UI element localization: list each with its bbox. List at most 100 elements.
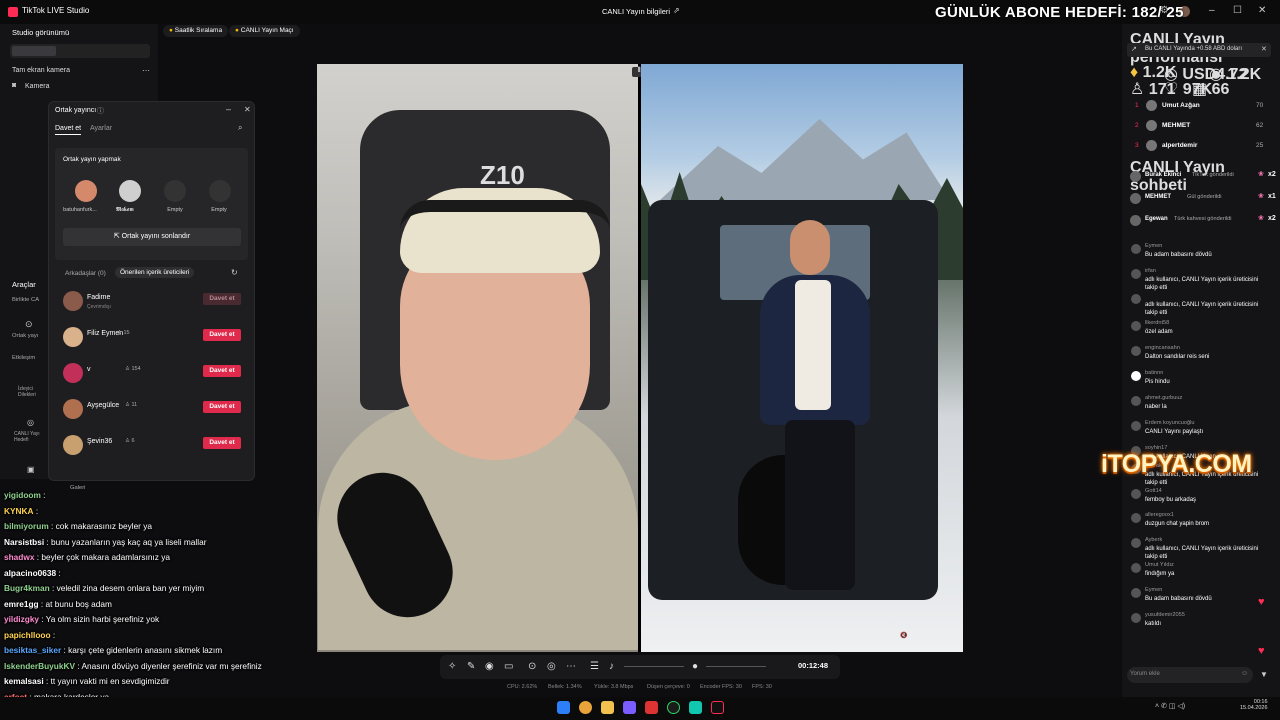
camera-source[interactable]: Kamera bbox=[25, 83, 50, 90]
studio-view-label[interactable]: Studio görünümü bbox=[12, 28, 69, 37]
comment-item[interactable]: engincansahn Dalton sandılar reis seni bbox=[1122, 345, 1262, 367]
gallery-label[interactable]: Galeri bbox=[70, 485, 85, 491]
camera-icon: ◙ bbox=[12, 82, 17, 89]
speaker-mute-icon[interactable]: ♪ bbox=[609, 661, 614, 672]
comment-item[interactable]: llkerdnt58 özel adam bbox=[1122, 320, 1262, 342]
screen-icon[interactable]: ▭ bbox=[504, 661, 513, 672]
invite-button[interactable]: Davet et bbox=[203, 437, 241, 449]
close-dialog-icon[interactable]: ✕ bbox=[244, 105, 251, 114]
mixer-icon[interactable]: ☰ bbox=[590, 661, 599, 672]
stream-icon[interactable]: ◎ bbox=[547, 661, 556, 672]
friend-count: ♙ 6 bbox=[125, 438, 135, 444]
record-icon[interactable]: ⊙ bbox=[528, 661, 536, 672]
chat-username: bilmiyorum bbox=[4, 521, 49, 531]
comment-item[interactable]: batinnn Pis hindu bbox=[1122, 370, 1262, 392]
live-goal-tool[interactable]: CANLI Yayı Hedefi bbox=[14, 431, 50, 443]
invite-button[interactable]: Davet et bbox=[203, 365, 241, 377]
more-icon[interactable]: ⋯ bbox=[142, 66, 150, 75]
chrome-icon[interactable] bbox=[579, 701, 592, 714]
chat-line: shadwx : beyler çok makara adamlarsınız … bbox=[4, 552, 170, 562]
view-toggle[interactable] bbox=[10, 44, 150, 58]
minimize-icon[interactable]: – bbox=[1209, 5, 1215, 16]
comment-item[interactable]: adlı kullanıcı, CANLI Yayın içerik üreti… bbox=[1122, 293, 1262, 321]
invite-button[interactable]: Davet et bbox=[203, 329, 241, 341]
dialog-title: Ortak yayıncı bbox=[55, 107, 97, 114]
empty-slot-icon[interactable] bbox=[164, 180, 186, 202]
end-cohost-button[interactable]: ⇱ Ortak yayını sonlandır bbox=[63, 228, 241, 246]
search-icon[interactable]: ⌕ bbox=[238, 123, 242, 133]
guest-avatar[interactable] bbox=[75, 180, 97, 202]
tab-settings[interactable]: Ayarlar bbox=[90, 125, 112, 132]
hourly-ranking-chip[interactable]: ● Saatlik Sıralama bbox=[163, 25, 229, 37]
share-icon[interactable]: ⇗ bbox=[673, 6, 680, 15]
filter-icon[interactable]: ◉ bbox=[485, 661, 494, 672]
chat-line: bilmiyorum : cok makarasınız beyler ya bbox=[4, 521, 152, 531]
app-icon[interactable] bbox=[645, 701, 658, 714]
gift-row: MEHMET Gül gönderildi ❀ x1 bbox=[1122, 192, 1280, 210]
tab-suggested-creators[interactable]: Önerilen içerik üreticileri bbox=[115, 267, 195, 278]
comment-item[interactable]: Eymen Bu adam babasını dövdü bbox=[1122, 243, 1262, 265]
tray-icons[interactable]: ˄ ✆ ◫ ◁) bbox=[1155, 702, 1185, 710]
ranking-row[interactable]: 1 Umut Azğan 70 bbox=[1122, 100, 1280, 116]
cohost-icon[interactable]: ⊙ bbox=[25, 319, 33, 330]
empty-slot-icon[interactable] bbox=[209, 180, 231, 202]
live-match-chip[interactable]: ● CANLI Yayın Maçı bbox=[229, 25, 300, 37]
start-icon[interactable] bbox=[557, 701, 570, 714]
comment-item[interactable]: Umut Yıldız findığım ya bbox=[1122, 562, 1262, 584]
comment-item[interactable]: ahmet.gurbuuz naber la bbox=[1122, 395, 1262, 417]
folder-icon[interactable] bbox=[601, 701, 614, 714]
info-icon[interactable]: ⓘ bbox=[97, 106, 104, 116]
refresh-icon[interactable]: ↻ bbox=[231, 268, 238, 277]
send-icon[interactable]: ▼ bbox=[1260, 670, 1268, 679]
person-icon: ♙ bbox=[1130, 81, 1145, 98]
comment-item[interactable]: Eymen Bu adam babasını dövdü bbox=[1122, 587, 1262, 609]
mic-slider[interactable] bbox=[706, 666, 766, 667]
discord-icon[interactable] bbox=[623, 701, 636, 714]
ranking-row[interactable]: 3 alpertdemir 25 bbox=[1122, 140, 1280, 156]
ranking-name: alpertdemir bbox=[1162, 142, 1198, 149]
guest-avatar[interactable] bbox=[119, 180, 141, 202]
chat-username: shadwx bbox=[4, 552, 35, 562]
live-info-button[interactable]: CANLI Yayın bilgileri bbox=[602, 7, 670, 16]
more-options-icon[interactable]: ⋯ bbox=[566, 661, 576, 672]
maximize-icon[interactable]: ☐ bbox=[1233, 5, 1242, 16]
viewer-requests-tool[interactable]: İzleyici Dilekleri bbox=[18, 386, 48, 398]
volume-slider[interactable] bbox=[624, 666, 684, 667]
guest-mute-badge[interactable]: 🔇 𝕸𝖆𝖐... bbox=[900, 632, 926, 640]
emoji-icon[interactable]: ☺ bbox=[1241, 670, 1248, 677]
invite-button[interactable]: Davet et bbox=[203, 401, 241, 413]
comment-item[interactable]: irfan adlı kullanıcı, CANLI Yayın içerik … bbox=[1122, 268, 1262, 296]
landscape-view-button[interactable] bbox=[58, 46, 102, 56]
camera-section-label[interactable]: Tam ekran kamera bbox=[12, 67, 70, 74]
effects-icon[interactable]: ✧ bbox=[448, 661, 456, 672]
spotify-icon[interactable] bbox=[667, 701, 680, 714]
close-banner-icon[interactable]: ✕ bbox=[1261, 45, 1267, 53]
goal-icon[interactable]: ◎ bbox=[27, 418, 34, 427]
enhance-icon[interactable]: ✎ bbox=[467, 661, 475, 672]
comment-item[interactable]: yusufdemir2055 katıldı bbox=[1122, 612, 1262, 634]
minimize-dialog-icon[interactable]: – bbox=[226, 104, 231, 114]
close-icon[interactable]: ✕ bbox=[1258, 5, 1266, 16]
split-view-button[interactable] bbox=[104, 46, 148, 56]
ranking-row[interactable]: 2 MEHMET 62 bbox=[1122, 120, 1280, 136]
gift-avatar bbox=[1130, 193, 1141, 204]
tab-invite[interactable]: Davet et bbox=[55, 125, 82, 135]
portrait-view-button[interactable] bbox=[12, 46, 56, 56]
chat-message: : veledil zina desem onlara ban yer miyi… bbox=[49, 583, 205, 593]
gallery-icon[interactable]: ▣ bbox=[27, 465, 35, 474]
comment-input[interactable]: Yorum ekle ☺ bbox=[1127, 667, 1253, 683]
comment-item[interactable]: Erdem koyuncuoğlu CANLI Yayını paylaştı bbox=[1122, 420, 1262, 442]
tiktok-studio-icon[interactable] bbox=[711, 701, 724, 714]
tab-friends[interactable]: Arkadaşlar (0) bbox=[65, 270, 106, 277]
cohost-tool[interactable]: Ortak yayı bbox=[12, 333, 38, 339]
together-label: Birlikte CA bbox=[12, 297, 40, 303]
comment-item[interactable]: alleregoox1 duzgun chat yapin brom bbox=[1122, 512, 1262, 534]
comment-item[interactable]: Gott14 femboy bu arkadaş bbox=[1122, 488, 1262, 510]
mic-icon[interactable]: ● bbox=[692, 661, 698, 672]
comment-avatar bbox=[1131, 489, 1141, 499]
comment-item[interactable]: Ayberk adlı kullanıcı, CANLI Yayın içerik… bbox=[1122, 537, 1262, 565]
gift-avatar bbox=[1130, 215, 1141, 226]
invite-button[interactable]: Davet et bbox=[203, 293, 241, 305]
app-icon[interactable] bbox=[689, 701, 702, 714]
comment-user: batinnn bbox=[1145, 370, 1164, 376]
